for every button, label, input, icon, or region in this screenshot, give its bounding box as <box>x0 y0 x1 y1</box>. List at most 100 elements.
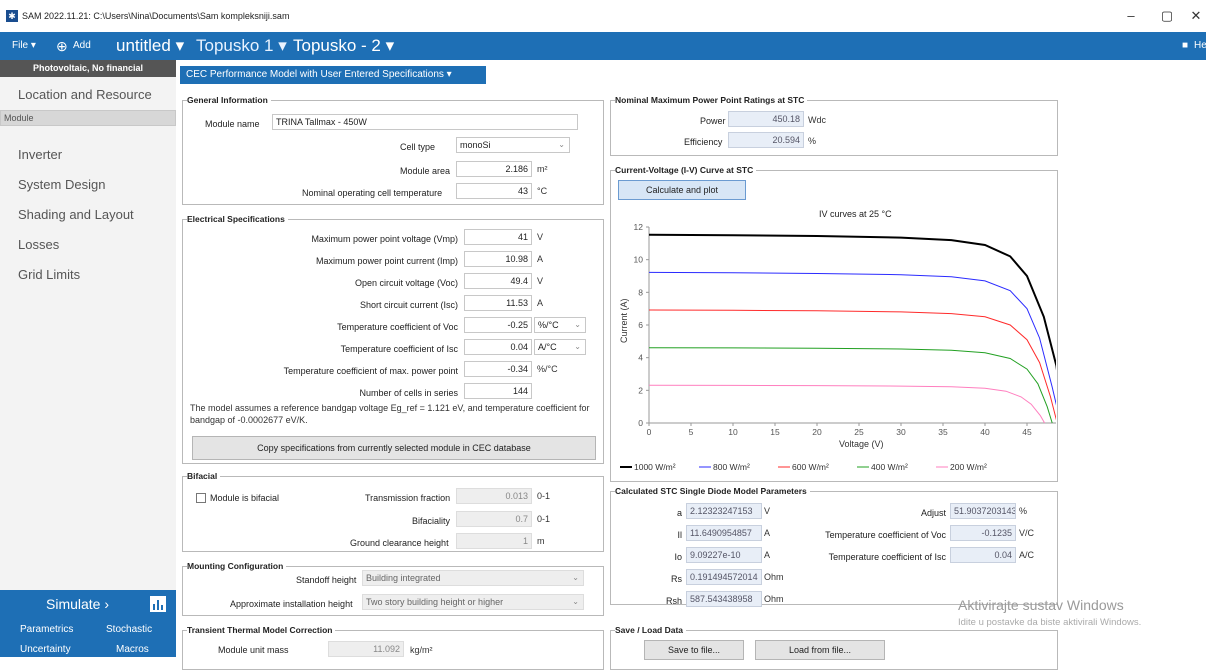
macros-link[interactable]: Macros <box>116 644 149 655</box>
ground-clearance-input[interactable]: 1 <box>456 533 532 549</box>
case-tab-untitled[interactable]: untitled ▾ <box>116 32 184 60</box>
efficiency-value: 20.594 <box>728 132 804 148</box>
transmission-unit: 0-1 <box>537 491 551 501</box>
file-menu-label: File <box>12 40 29 51</box>
add-case-icon[interactable]: ⊕ <box>56 32 68 60</box>
bifaciality-unit: 0-1 <box>537 514 551 524</box>
elec-spec-label: Maximum power point current (Imp) <box>315 256 458 266</box>
elec-spec-input[interactable]: -0.34 <box>464 361 532 377</box>
module-area-input[interactable]: 2.186 <box>456 161 532 177</box>
elec-spec-input[interactable]: 11.53 <box>464 295 532 311</box>
sidebar-item-location[interactable]: Location and Resource <box>0 80 176 110</box>
x-tick-label: 35 <box>938 427 948 437</box>
elec-spec-unit: V <box>537 232 544 242</box>
bifacial-checkbox[interactable] <box>196 493 206 503</box>
group-title: Calculated STC Single Diode Model Parame… <box>615 486 810 496</box>
efficiency-label: Efficiency <box>684 137 723 147</box>
save-to-file-button[interactable]: Save to file... <box>644 640 744 660</box>
load-from-file-button[interactable]: Load from file... <box>755 640 885 660</box>
sam-app-icon: ✱ <box>6 10 18 22</box>
case-tab-topusko-1[interactable]: Topusko 1 ▾ <box>196 32 287 60</box>
y-tick-label: 10 <box>634 255 644 265</box>
copy-specs-button[interactable]: Copy specifications from currently selec… <box>192 436 596 460</box>
help-icon[interactable]: ■ <box>1182 32 1188 60</box>
elec-spec-input[interactable]: 144 <box>464 383 532 399</box>
elec-spec-label: Temperature coefficient of Isc <box>340 344 458 354</box>
module-mass-input[interactable]: 11.092 <box>328 641 404 657</box>
bandgap-note: The model assumes a reference bandgap vo… <box>190 403 590 425</box>
sidebar-item-inverter[interactable]: Inverter <box>0 140 176 170</box>
case-tab-label: Topusko 1 <box>196 36 274 55</box>
unit-select[interactable]: A/°C ⌄ <box>534 339 586 355</box>
series-line-4 <box>648 384 1046 424</box>
module-mass-unit: kg/m² <box>410 645 433 655</box>
add-case-button[interactable]: Add <box>73 32 91 60</box>
sidebar-item-shading[interactable]: Shading and Layout <box>0 200 176 230</box>
sidebar-item-losses[interactable]: Losses <box>0 230 176 260</box>
chevron-down-icon: ⌄ <box>572 597 579 606</box>
case-tab-topusko-2[interactable]: Topusko - 2 ▾ <box>293 32 394 60</box>
maximize-icon[interactable]: ▢ <box>1160 8 1174 24</box>
x-tick-label: 30 <box>896 427 906 437</box>
stc-param-unit: % <box>1019 506 1028 516</box>
cell-type-select[interactable]: monoSi ⌄ <box>456 137 570 153</box>
simulate-button[interactable]: Simulate › <box>46 596 109 612</box>
stc-param-value: 11.6490954857 <box>686 525 762 541</box>
module-model-select[interactable]: CEC Performance Model with User Entered … <box>180 66 486 84</box>
chevron-down-icon: ▾ <box>30 40 36 51</box>
unit-select[interactable]: %/°C ⌄ <box>534 317 586 333</box>
bifaciality-input[interactable]: 0.7 <box>456 511 532 527</box>
parametrics-link[interactable]: Parametrics <box>20 624 73 635</box>
power-label: Power <box>700 116 726 126</box>
elec-spec-label: Number of cells in series <box>359 388 458 398</box>
elec-spec-input[interactable]: 49.4 <box>464 273 532 289</box>
y-tick-label: 0 <box>638 418 643 428</box>
elec-spec-input[interactable]: -0.25 <box>464 317 532 333</box>
stc-param-value: 0.04 <box>950 547 1016 563</box>
elec-spec-input[interactable]: 0.04 <box>464 339 532 355</box>
ground-clearance-unit: m <box>537 536 545 546</box>
stc-param-value: 0.191494572014 <box>686 569 762 585</box>
help-button[interactable]: Hel <box>1194 32 1206 60</box>
transmission-label: Transmission fraction <box>365 493 451 503</box>
noct-input[interactable]: 43 <box>456 183 532 199</box>
elec-spec-label: Short circuit current (Isc) <box>359 300 458 310</box>
stc-param-label: Io <box>674 552 682 562</box>
install-height-value: Two story building height or higher <box>366 597 504 607</box>
stc-param-unit: A <box>764 528 771 538</box>
minimize-icon[interactable]: – <box>1124 8 1138 23</box>
elec-spec-input[interactable]: 10.98 <box>464 251 532 267</box>
stc-param-unit: V <box>764 506 771 516</box>
standoff-select[interactable]: Building integrated ⌄ <box>362 570 584 586</box>
install-height-label: Approximate installation height <box>230 599 353 609</box>
module-name-input[interactable]: TRINA Tallmax - 450W <box>272 114 578 130</box>
elec-spec-label: Temperature coefficient of Voc <box>337 322 458 332</box>
legend-label: 200 W/m² <box>950 462 987 472</box>
stc-param-unit: V/C <box>1019 528 1035 538</box>
sidebar-item-module[interactable]: Module <box>0 110 176 126</box>
x-tick-label: 10 <box>728 427 738 437</box>
chevron-down-icon: ▾ <box>175 36 185 55</box>
calculate-plot-button[interactable]: Calculate and plot <box>618 180 746 200</box>
uncertainty-link[interactable]: Uncertainty <box>20 644 71 655</box>
sidebar-item-system-design[interactable]: System Design <box>0 170 176 200</box>
results-chart-icon[interactable] <box>150 596 166 612</box>
windows-activation-hint: Idite u postavke da biste aktivirali Win… <box>958 617 1142 628</box>
install-height-select[interactable]: Two story building height or higher ⌄ <box>362 594 584 610</box>
group-title: Bifacial <box>187 471 221 481</box>
bifacial-checkbox-label: Module is bifacial <box>210 493 280 503</box>
simulate-panel: Simulate › Parametrics Stochastic Uncert… <box>0 590 176 657</box>
file-menu[interactable]: File ▾ <box>12 32 36 60</box>
power-value: 450.18 <box>728 111 804 127</box>
elec-spec-input[interactable]: 41 <box>464 229 532 245</box>
chevron-right-icon: › <box>104 596 110 612</box>
legend-label: 600 W/m² <box>792 462 829 472</box>
y-tick-label: 2 <box>638 385 643 395</box>
x-tick-label: 0 <box>647 427 652 437</box>
standoff-value: Building integrated <box>366 573 441 583</box>
module-area-label: Module area <box>400 166 451 176</box>
close-icon[interactable]: ✕ <box>1189 8 1203 24</box>
sidebar-item-grid-limits[interactable]: Grid Limits <box>0 260 176 290</box>
transmission-input[interactable]: 0.013 <box>456 488 532 504</box>
stochastic-link[interactable]: Stochastic <box>106 624 152 635</box>
